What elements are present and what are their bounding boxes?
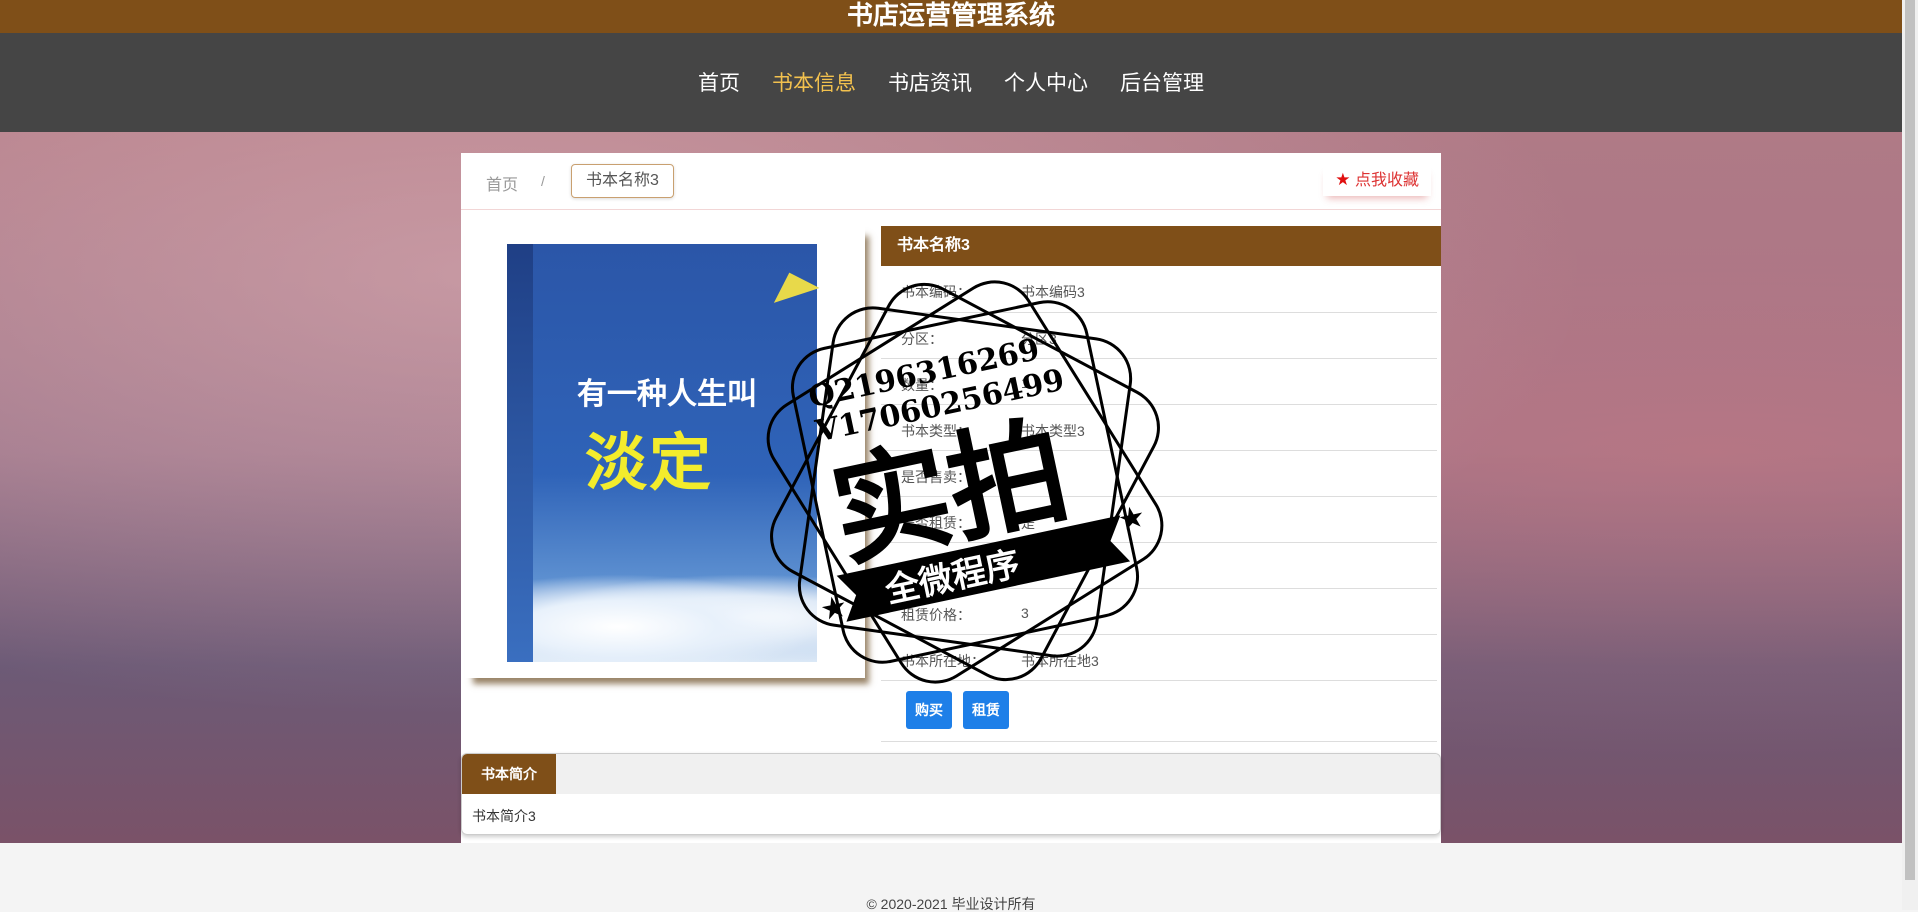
intro-text: 书本简介3 xyxy=(472,808,536,824)
info-label: 书本编码： xyxy=(901,284,971,300)
book-detail-panel: 首页 / 书本名称3 ★ 点我收藏 有一种人生叫 淡定 书本名称3 书本编码： … xyxy=(461,153,1441,843)
main-nav: 首页 书本信息 书店资讯 个人中心 后台管理 xyxy=(0,33,1902,132)
info-label: 书本类型： xyxy=(901,423,971,439)
favorite-label: 点我收藏 xyxy=(1354,172,1419,189)
info-value: 1 xyxy=(1021,375,1029,391)
info-value: 3 xyxy=(1021,605,1029,621)
breadcrumb-current: 书本名称3 xyxy=(571,164,674,198)
kite-icon xyxy=(766,265,820,303)
info-row: 租赁价格： 3 xyxy=(881,589,1437,635)
book-info-table: 书本名称3 书本编码： 书本编码3 分区： 分区3 数量： 1 书本类型： 书本… xyxy=(881,226,1441,742)
action-buttons: 购买 租赁 xyxy=(881,681,1437,742)
info-label: 数量： xyxy=(901,377,943,393)
book-cover: 有一种人生叫 淡定 xyxy=(507,244,820,662)
info-row: 书本所在地： 书本所在地3 xyxy=(881,635,1437,681)
info-row: 书本类型： 书本类型3 xyxy=(881,405,1437,451)
breadcrumb-separator: / xyxy=(541,173,545,189)
info-value: 是 xyxy=(1021,515,1035,531)
book-name-header: 书本名称3 xyxy=(881,226,1441,266)
info-row: 分区： 分区3 xyxy=(881,313,1437,359)
nav-item-home[interactable]: 首页 xyxy=(682,63,756,103)
site-title: 书店运营管理系统 xyxy=(0,0,1902,33)
info-label: 书本所在地： xyxy=(901,653,985,669)
info-value: 书本类型3 xyxy=(1021,423,1085,439)
scrollbar-thumb[interactable] xyxy=(1905,0,1915,880)
book-spine xyxy=(507,244,533,662)
info-label: 分区： xyxy=(901,331,943,347)
info-value: 书本所在地3 xyxy=(1021,653,1099,669)
star-icon: ★ xyxy=(1335,170,1351,189)
intro-tabs: 书本简介 书本简介3 xyxy=(461,753,1441,835)
footer: © 2020-2021 毕业设计所有 xyxy=(0,856,1902,912)
info-label: 租赁价格： xyxy=(901,607,971,623)
info-value: 书本编码3 xyxy=(1021,284,1085,300)
rent-button[interactable]: 租赁 xyxy=(963,691,1009,729)
info-row: 数量： 1 xyxy=(881,359,1437,405)
nav-item-profile[interactable]: 个人中心 xyxy=(988,63,1104,103)
breadcrumb-home[interactable]: 首页 xyxy=(486,171,518,195)
nav-item-books[interactable]: 书本信息 xyxy=(756,63,872,103)
info-label: 是否租赁： xyxy=(901,515,971,531)
favorite-button[interactable]: ★ 点我收藏 xyxy=(1323,164,1431,196)
buy-button[interactable]: 购买 xyxy=(906,691,952,729)
tab-intro[interactable]: 书本简介 xyxy=(462,754,556,794)
nav-item-admin[interactable]: 后台管理 xyxy=(1104,63,1220,103)
vertical-scrollbar[interactable] xyxy=(1902,0,1918,910)
info-row xyxy=(881,543,1437,589)
book-cover-image: 有一种人生叫 淡定 xyxy=(465,226,865,678)
nav-item-news[interactable]: 书店资讯 xyxy=(872,63,988,103)
info-row: 是否售卖： xyxy=(881,451,1437,497)
info-row: 是否租赁： 是 xyxy=(881,497,1437,543)
cover-title-line2: 淡定 xyxy=(585,426,714,499)
cover-clouds xyxy=(533,574,817,662)
info-label: 是否售卖： xyxy=(901,469,971,485)
info-value: 分区3 xyxy=(1021,331,1057,347)
info-row: 书本编码： 书本编码3 xyxy=(881,266,1437,313)
cover-title-line1: 有一种人生叫 xyxy=(577,377,757,412)
breadcrumb: 首页 / 书本名称3 ★ 点我收藏 xyxy=(461,153,1441,210)
tab-bar: 书本简介 xyxy=(462,754,1440,794)
